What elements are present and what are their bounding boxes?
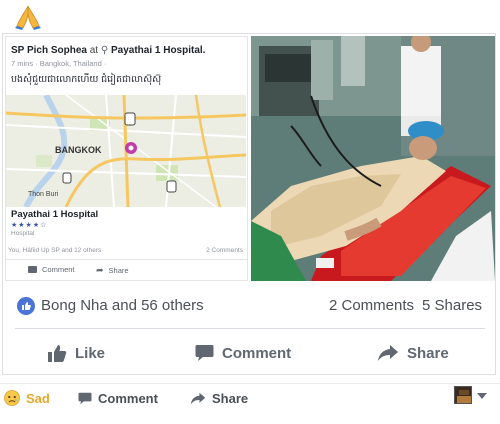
share-icon: ➦ — [96, 265, 104, 275]
caret-down-icon[interactable] — [477, 393, 487, 399]
reactions-summary[interactable]: Bong Nha and 56 others — [41, 297, 204, 314]
map-preview[interactable]: BANGKOK Thon Buri — [6, 95, 246, 207]
bottom-action-bar — [0, 383, 500, 415]
shares-count-link[interactable]: 5 Shares — [422, 297, 482, 314]
map-district-label: Thon Buri — [28, 191, 59, 198]
place-category: Hospital — [11, 230, 35, 237]
like-button[interactable]: Like — [47, 339, 105, 367]
shared-post-header: SP Pich Sophea at ⚲ Payathai 1 Hospital. — [11, 45, 205, 56]
shared-at-word: at — [89, 45, 99, 56]
share-button[interactable]: Share — [377, 339, 449, 367]
bottom-comment-button[interactable]: Comment — [78, 388, 158, 408]
like-reaction-icon — [17, 297, 35, 315]
comment-icon — [28, 266, 37, 273]
shared-author-name[interactable]: SP Pich Sophea — [11, 45, 87, 56]
shared-share-label: Share — [108, 266, 129, 275]
feed-story: SP Pich Sophea at ⚲ Payathai 1 Hospital.… — [0, 0, 500, 424]
share-icon — [378, 345, 398, 361]
map-city-label: BANGKOK — [55, 145, 102, 155]
map-park — [156, 165, 178, 181]
comment-icon — [78, 392, 92, 404]
map-graphic: BANGKOK Thon Buri — [6, 95, 246, 207]
comment-label: Comment — [222, 344, 292, 362]
shared-comment-label: Comment — [42, 265, 75, 274]
shared-share-button[interactable]: ➦ Share — [96, 265, 129, 276]
shared-place-link[interactable]: Payathai 1 Hospital. — [111, 45, 205, 56]
post-photo[interactable] — [251, 36, 495, 281]
place-rating: ★★★★☆ — [11, 222, 48, 229]
divider — [15, 328, 485, 329]
place-name[interactable]: Payathai 1 Hospital — [11, 209, 98, 220]
comments-count-link[interactable]: 2 Comments — [329, 297, 414, 314]
hospital-photo-image — [251, 36, 495, 281]
map-park — [36, 155, 52, 167]
share-label: Share — [407, 344, 449, 362]
shared-comments-count[interactable]: 2 Comments — [206, 247, 243, 254]
sad-label: Sad — [26, 390, 50, 406]
pray-emoji-icon — [14, 4, 42, 30]
divider — [6, 259, 247, 260]
like-label: Like — [75, 344, 106, 362]
sad-reaction-button[interactable]: Sad — [4, 388, 50, 408]
avatar[interactable] — [454, 386, 472, 404]
location-pin-icon: ⚲ — [100, 45, 109, 56]
share-icon — [190, 392, 206, 404]
shared-post-card[interactable]: SP Pich Sophea at ⚲ Payathai 1 Hospital.… — [5, 36, 248, 281]
bottom-share-label: Share — [212, 390, 249, 406]
shared-comment-button[interactable]: Comment — [28, 265, 75, 274]
bottom-share-button[interactable]: Share — [190, 388, 248, 408]
like-icon — [48, 344, 67, 362]
bottom-comment-label: Comment — [98, 390, 158, 406]
shared-reactions[interactable]: You, Häfiid Up SP and 12 others — [8, 247, 101, 254]
shared-post-text: បងសុំជួយជាលោកហើយ ជំរៀតជាលាស៊ុស៊ុ — [11, 74, 162, 85]
shared-post-meta: 7 mins · Bangkok, Thailand · — [11, 59, 107, 68]
comment-icon — [195, 345, 214, 361]
sad-emoji-icon — [4, 390, 20, 406]
comment-button[interactable]: Comment — [195, 339, 291, 367]
post-card: SP Pich Sophea at ⚲ Payathai 1 Hospital.… — [2, 33, 496, 375]
